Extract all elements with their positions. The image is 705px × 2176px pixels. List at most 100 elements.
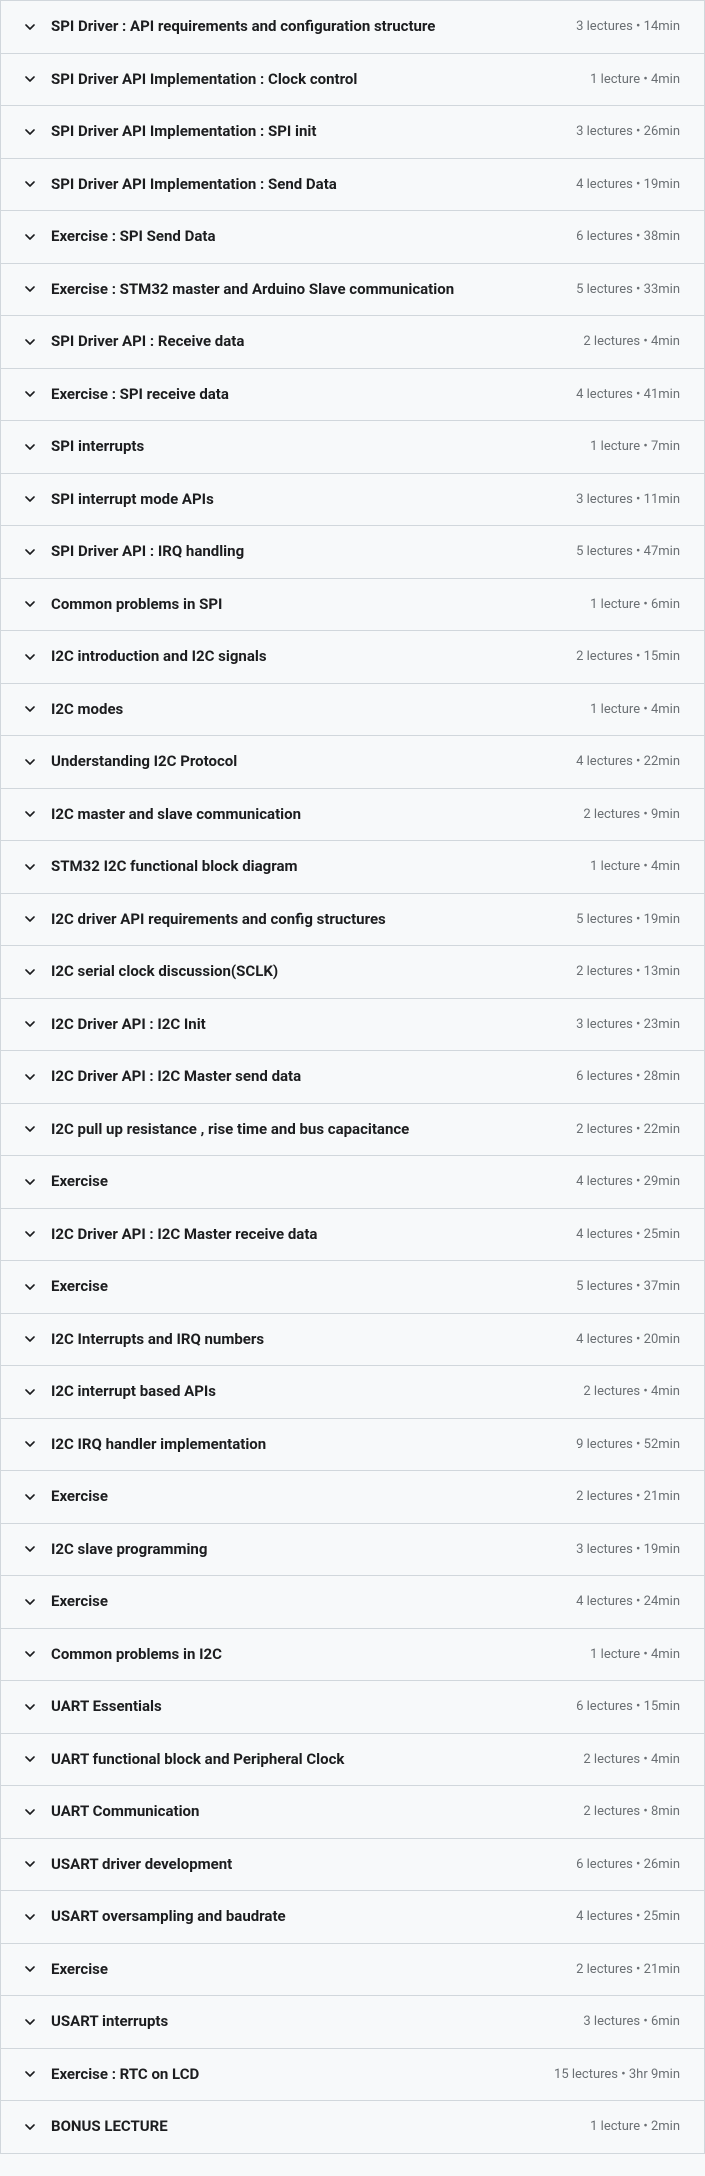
section-left: I2C serial clock discussion(SCLK) [25, 962, 560, 982]
section-title: I2C Interrupts and IRQ numbers [51, 1330, 264, 1350]
chevron-down-icon [25, 1754, 35, 1764]
section-row[interactable]: I2C Interrupts and IRQ numbers4 lectures… [1, 1314, 704, 1367]
section-row[interactable]: SPI Driver API Implementation : Clock co… [1, 54, 704, 107]
section-row[interactable]: I2C Driver API : I2C Init3 lectures • 23… [1, 999, 704, 1052]
section-meta: 4 lectures • 41min [576, 387, 680, 402]
section-left: I2C driver API requirements and config s… [25, 910, 560, 930]
section-row[interactable]: Common problems in SPI1 lecture • 6min [1, 579, 704, 632]
section-left: Exercise : RTC on LCD [25, 2065, 538, 2085]
chevron-down-icon [25, 1859, 35, 1869]
section-title: Common problems in I2C [51, 1645, 222, 1665]
section-row[interactable]: Exercise4 lectures • 24min [1, 1576, 704, 1629]
section-row[interactable]: Exercise 2 lectures • 21min [1, 1471, 704, 1524]
section-title: I2C master and slave communication [51, 805, 301, 825]
section-left: I2C master and slave communication [25, 805, 567, 825]
section-title: SPI Driver : API requirements and config… [51, 17, 435, 37]
section-row[interactable]: I2C driver API requirements and config s… [1, 894, 704, 947]
section-meta: 3 lectures • 26min [576, 124, 680, 139]
section-left: STM32 I2C functional block diagram [25, 857, 574, 877]
section-title: USART oversampling and baudrate [51, 1907, 286, 1927]
section-meta: 1 lecture • 7min [590, 439, 680, 454]
section-row[interactable]: Exercise : SPI receive data4 lectures • … [1, 369, 704, 422]
section-row[interactable]: Exercise : RTC on LCD15 lectures • 3hr 9… [1, 2049, 704, 2102]
section-left: USART driver development [25, 1855, 560, 1875]
section-row[interactable]: I2C modes1 lecture • 4min [1, 684, 704, 737]
section-row[interactable]: SPI interrupts1 lecture • 7min [1, 421, 704, 474]
chevron-down-icon [25, 652, 35, 662]
section-row[interactable]: Exercise : STM32 master and Arduino Slav… [1, 264, 704, 317]
section-row[interactable]: Exercise2 lectures • 21min [1, 1944, 704, 1997]
section-row[interactable]: I2C introduction and I2C signals2 lectur… [1, 631, 704, 684]
section-meta: 1 lecture • 2min [590, 2119, 680, 2134]
section-title: Exercise [51, 1487, 108, 1507]
section-row[interactable]: USART interrupts3 lectures • 6min [1, 1996, 704, 2049]
section-row[interactable]: SPI Driver API : Receive data2 lectures … [1, 316, 704, 369]
section-title: SPI Driver API Implementation : SPI init [51, 122, 316, 142]
section-left: I2C Driver API : I2C Master receive data [25, 1225, 560, 1245]
chevron-down-icon [25, 1334, 35, 1344]
section-row[interactable]: Exercise : SPI Send Data6 lectures • 38m… [1, 211, 704, 264]
section-title: Exercise [51, 1277, 108, 1297]
chevron-down-icon [25, 389, 35, 399]
section-row[interactable]: USART oversampling and baudrate 4 lecture… [1, 1891, 704, 1944]
section-title: I2C Driver API : I2C Master send data [51, 1067, 301, 1087]
section-row[interactable]: Understanding I2C Protocol4 lectures • 2… [1, 736, 704, 789]
section-left: I2C Driver API : I2C Master send data [25, 1067, 560, 1087]
section-row[interactable]: SPI interrupt mode APIs3 lectures • 11mi… [1, 474, 704, 527]
chevron-down-icon [25, 74, 35, 84]
chevron-down-icon [25, 284, 35, 294]
section-row[interactable]: I2C IRQ handler implementation9 lectures… [1, 1419, 704, 1472]
section-row[interactable]: UART functional block and Peripheral Clo… [1, 1734, 704, 1787]
section-left: Exercise [25, 1487, 560, 1507]
section-left: SPI Driver API Implementation : Clock co… [25, 70, 574, 90]
section-row[interactable]: I2C interrupt based APIs2 lectures • 4mi… [1, 1366, 704, 1419]
section-row[interactable]: BONUS LECTURE1 lecture • 2min [1, 2101, 704, 2154]
section-meta: 2 lectures • 4min [583, 334, 680, 349]
section-row[interactable]: Common problems in I2C1 lecture • 4min [1, 1629, 704, 1682]
section-left: SPI Driver API Implementation : Send Dat… [25, 175, 560, 195]
section-title: I2C interrupt based APIs [51, 1382, 216, 1402]
section-title: USART driver development [51, 1855, 232, 1875]
section-meta: 4 lectures • 25min [576, 1909, 680, 1924]
section-row[interactable]: STM32 I2C functional block diagram1 lect… [1, 841, 704, 894]
section-left: SPI Driver API : IRQ handling [25, 542, 560, 562]
section-row[interactable]: SPI Driver API Implementation : Send Dat… [1, 159, 704, 212]
chevron-down-icon [25, 337, 35, 347]
section-meta: 2 lectures • 13min [576, 964, 680, 979]
section-left: USART oversampling and baudrate [25, 1907, 560, 1927]
section-meta: 3 lectures • 23min [576, 1017, 680, 1032]
section-row[interactable]: Exercise5 lectures • 37min [1, 1261, 704, 1314]
section-row[interactable]: USART driver development 6 lectures • 26m… [1, 1839, 704, 1892]
section-row[interactable]: I2C pull up resistance , rise time and b… [1, 1104, 704, 1157]
section-meta: 2 lectures • 4min [583, 1752, 680, 1767]
section-meta: 4 lectures • 24min [576, 1594, 680, 1609]
section-title: I2C introduction and I2C signals [51, 647, 267, 667]
chevron-down-icon [25, 22, 35, 32]
section-left: I2C slave programming [25, 1540, 560, 1560]
section-row[interactable]: I2C slave programming3 lectures • 19min [1, 1524, 704, 1577]
section-row[interactable]: SPI Driver : API requirements and config… [1, 1, 704, 54]
section-title: Exercise : SPI Send Data [51, 227, 215, 247]
section-meta: 6 lectures • 26min [576, 1857, 680, 1872]
section-title: I2C pull up resistance , rise time and b… [51, 1120, 409, 1140]
section-row[interactable]: I2C Driver API : I2C Master receive data… [1, 1209, 704, 1262]
section-row[interactable]: UART Essentials6 lectures • 15min [1, 1681, 704, 1734]
section-row[interactable]: Exercise4 lectures • 29min [1, 1156, 704, 1209]
section-left: SPI Driver API Implementation : SPI init [25, 122, 560, 142]
section-row[interactable]: I2C serial clock discussion(SCLK) 2 lectu… [1, 946, 704, 999]
section-title: I2C IRQ handler implementation [51, 1435, 266, 1455]
section-meta: 2 lectures • 21min [576, 1489, 680, 1504]
section-left: SPI interrupt mode APIs [25, 490, 560, 510]
section-row[interactable]: UART Communication2 lectures • 8min [1, 1786, 704, 1839]
chevron-down-icon [25, 1492, 35, 1502]
section-left: Exercise : STM32 master and Arduino Slav… [25, 280, 560, 300]
section-left: I2C pull up resistance , rise time and b… [25, 1120, 560, 1140]
section-row[interactable]: SPI Driver API Implementation : SPI init… [1, 106, 704, 159]
section-row[interactable]: I2C master and slave communication2 lect… [1, 789, 704, 842]
chevron-down-icon [25, 862, 35, 872]
chevron-down-icon [25, 704, 35, 714]
chevron-down-icon [25, 1912, 35, 1922]
section-row[interactable]: SPI Driver API : IRQ handling5 lectures … [1, 526, 704, 579]
section-row[interactable]: I2C Driver API : I2C Master send data6 l… [1, 1051, 704, 1104]
section-left: I2C Interrupts and IRQ numbers [25, 1330, 560, 1350]
